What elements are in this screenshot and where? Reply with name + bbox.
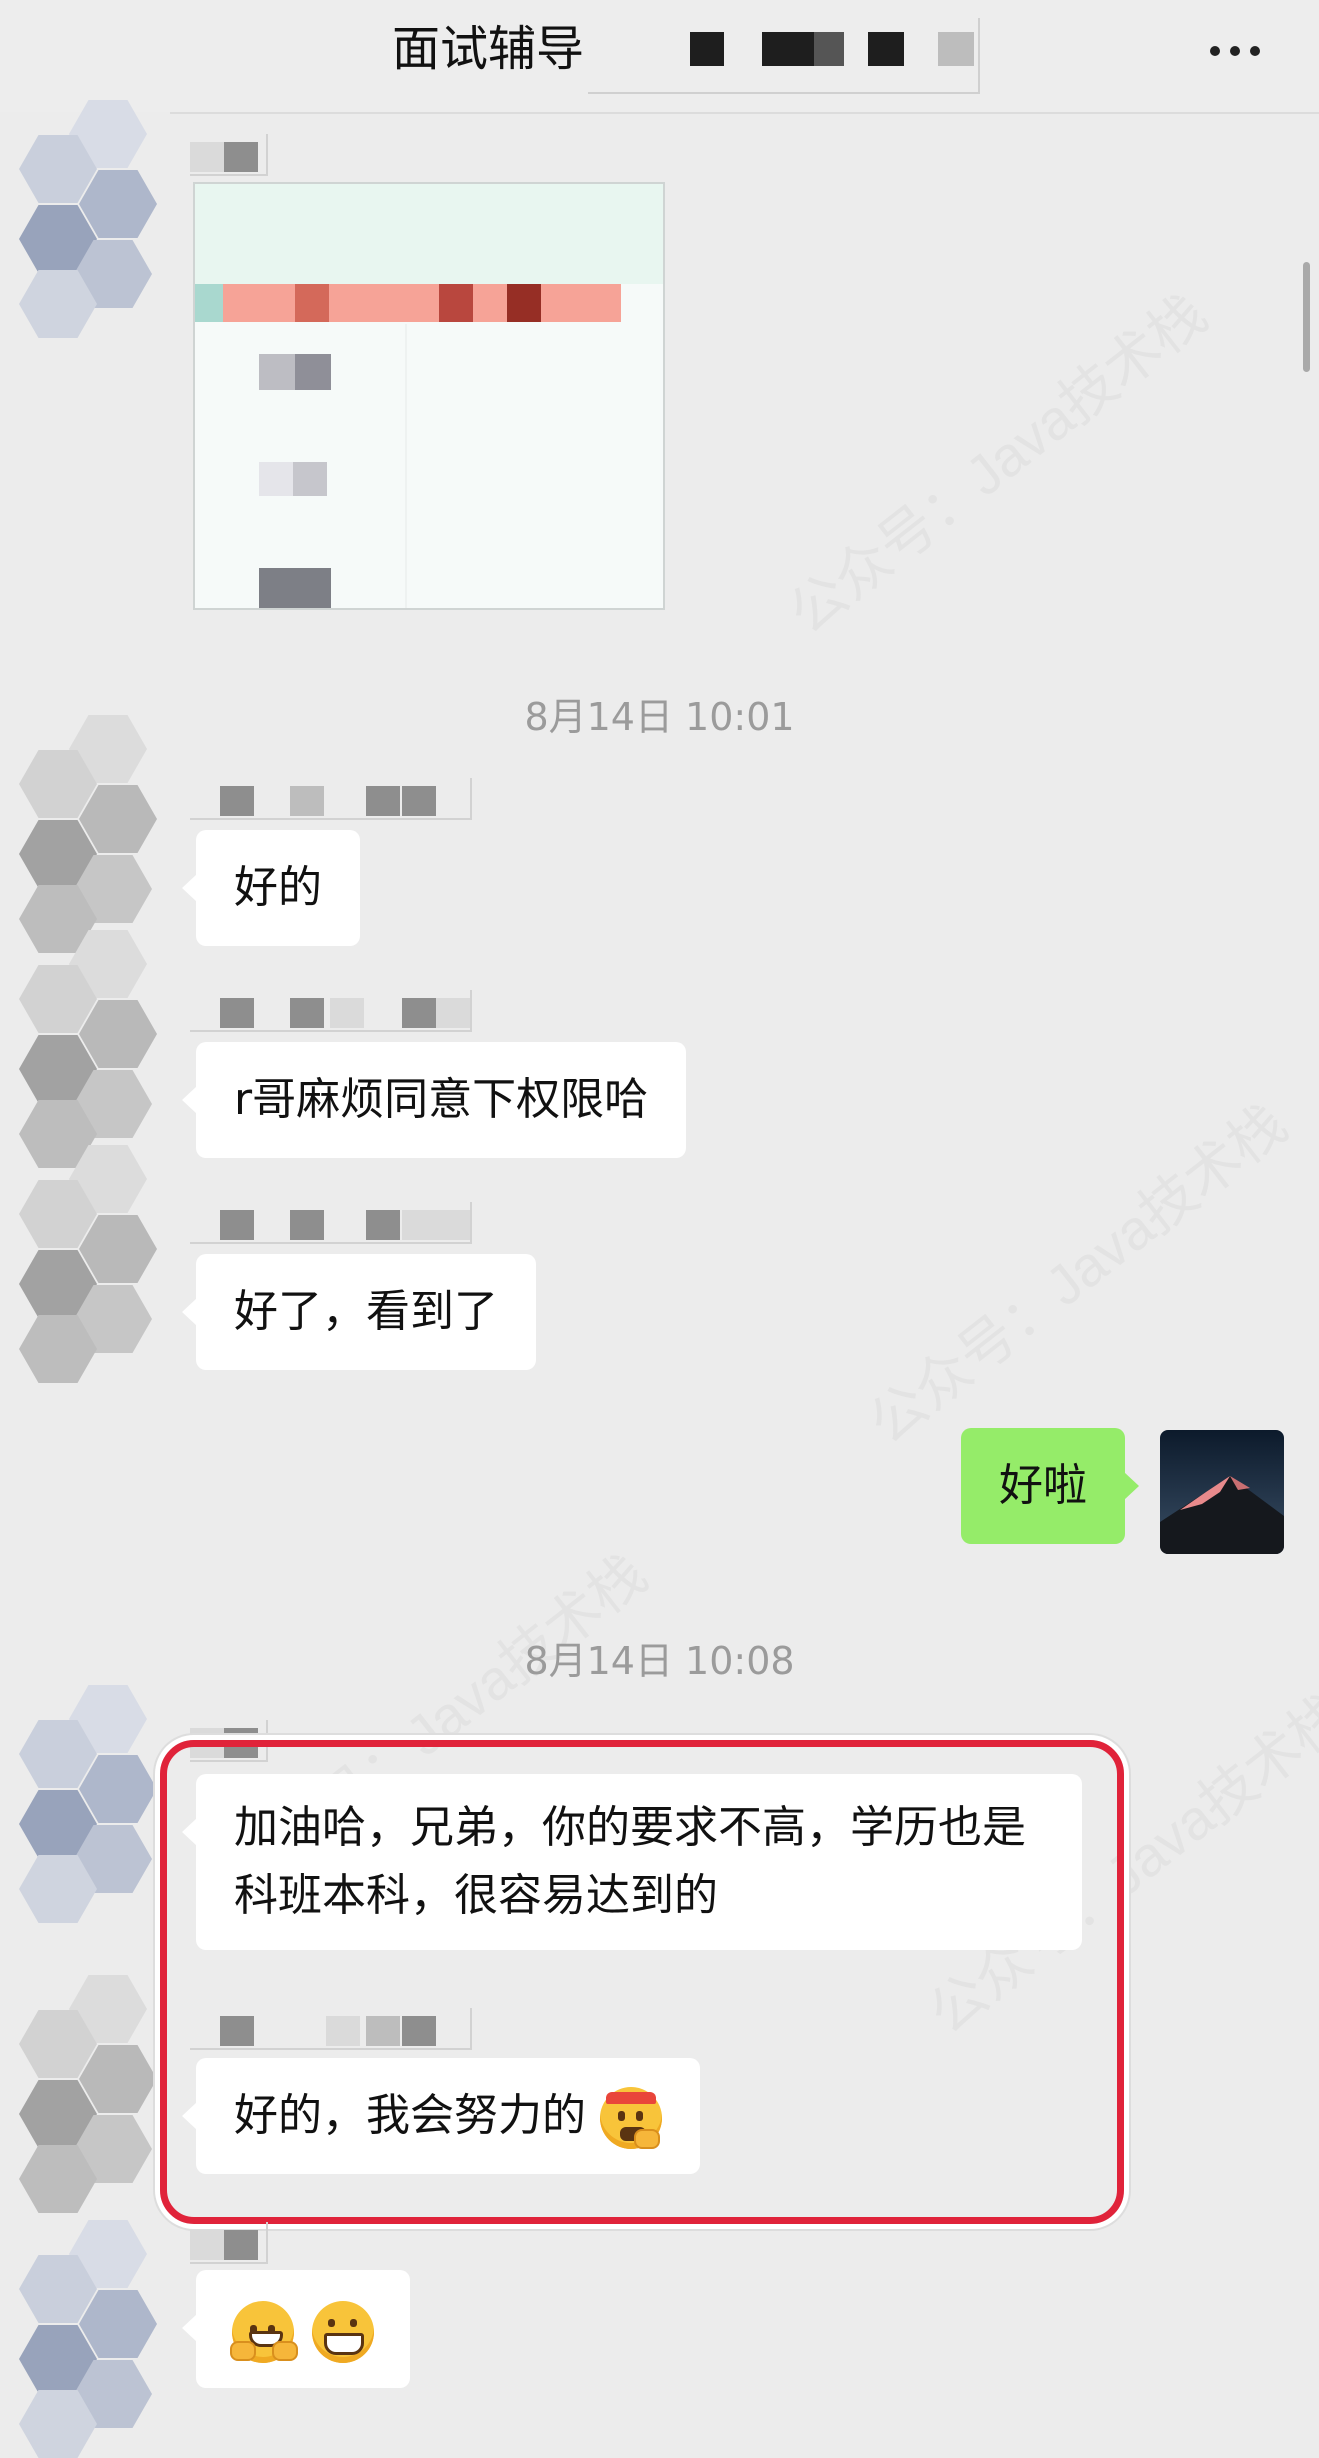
sender-name xyxy=(190,134,268,176)
avatar[interactable] xyxy=(14,1145,174,1383)
image-message[interactable] xyxy=(193,182,665,610)
mountain-avatar xyxy=(1160,1430,1284,1554)
avatar[interactable] xyxy=(14,715,174,953)
avatar[interactable] xyxy=(14,1685,174,1923)
avatar[interactable] xyxy=(14,2220,174,2458)
message-bubble[interactable]: 好的 xyxy=(182,830,360,946)
timestamp: 8月14日 10:08 xyxy=(524,1639,795,1683)
scrollbar[interactable] xyxy=(1303,262,1310,372)
my-message-bubble[interactable]: 好啦 xyxy=(961,1428,1139,1544)
my-avatar[interactable] xyxy=(1160,1430,1284,1554)
header-divider xyxy=(170,112,1319,114)
sender-name xyxy=(190,990,472,1032)
watermark: 公众号：Java技术栈 xyxy=(777,281,1219,646)
avatar[interactable] xyxy=(14,100,174,338)
message-text: 好了，看到了 xyxy=(234,1286,498,1337)
sender-name xyxy=(190,778,472,820)
message-text: r哥麻烦同意下权限哈 xyxy=(234,1074,649,1125)
chat-header: 面试辅导 xyxy=(0,0,1319,112)
watermark: 公众号：Java技术栈 xyxy=(857,1091,1299,1456)
message-text: 好的 xyxy=(234,862,322,913)
grin-emoji xyxy=(312,2301,374,2363)
avatar[interactable] xyxy=(14,930,174,1168)
sender-name xyxy=(190,1202,472,1244)
avatar[interactable] xyxy=(14,1975,174,2213)
redacted-title-part xyxy=(588,18,980,94)
emoji-message-bubble[interactable] xyxy=(182,2270,410,2388)
more-icon[interactable] xyxy=(1200,20,1270,76)
hug-emoji xyxy=(230,2301,298,2363)
message-bubble[interactable]: 好了，看到了 xyxy=(182,1254,536,1370)
highlight-box xyxy=(160,1740,1124,2224)
message-text: 好啦 xyxy=(999,1460,1087,1511)
chat-title: 面试辅导 xyxy=(392,21,585,77)
message-bubble[interactable]: r哥麻烦同意下权限哈 xyxy=(181,1042,687,1158)
sender-name xyxy=(190,2222,268,2264)
timestamp: 8月14日 10:01 xyxy=(524,695,795,739)
